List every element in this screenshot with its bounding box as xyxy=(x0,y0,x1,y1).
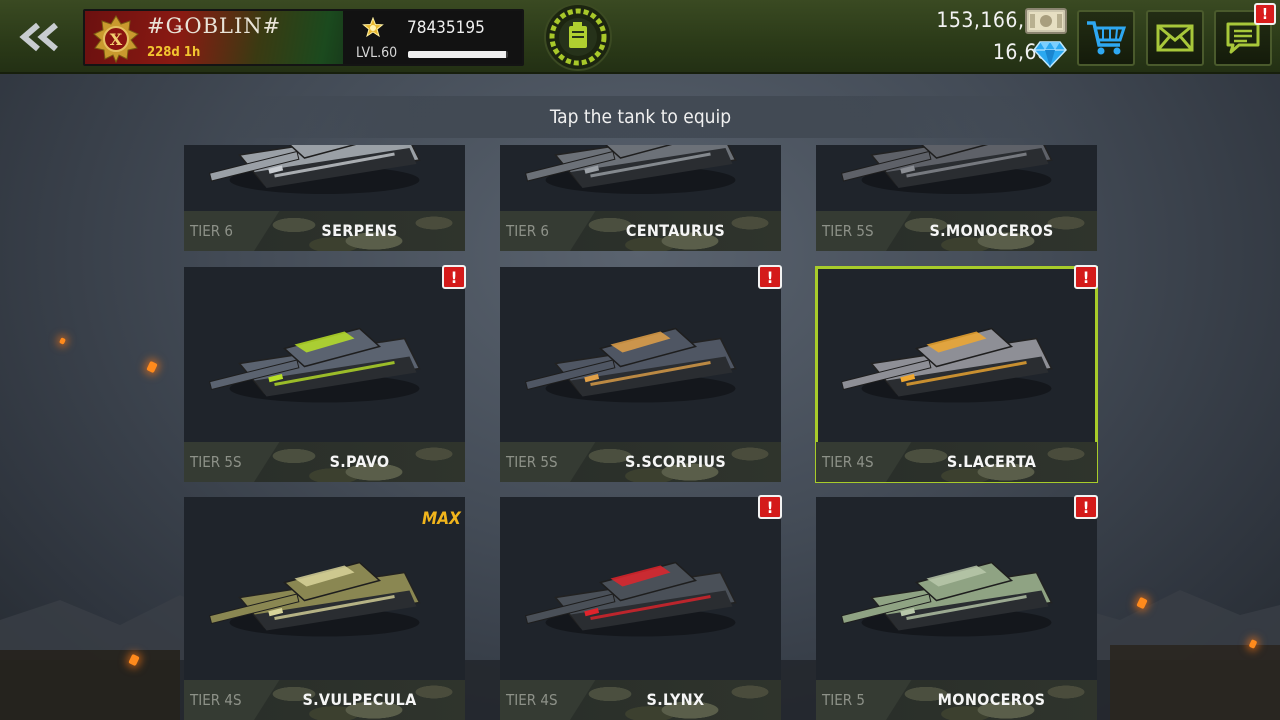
tank-tier: TIER 5S xyxy=(506,453,558,471)
xp-value: 78435195 xyxy=(407,18,485,38)
tank-art xyxy=(816,145,1097,211)
tank-tier: TIER 6 xyxy=(506,222,549,240)
tank-name: CENTAURUS xyxy=(625,221,726,240)
tank-art xyxy=(184,267,465,442)
fuel-button[interactable] xyxy=(543,2,613,72)
cash-icon xyxy=(1025,8,1067,34)
tank-image xyxy=(524,561,737,637)
tank-tier: TIER 4S xyxy=(506,691,558,709)
tank-card-slynx[interactable]: TIER 4S S.LYNX xyxy=(500,497,781,720)
upgrade-alert-badge: ! xyxy=(758,265,782,289)
chat-icon xyxy=(1226,22,1260,54)
tank-name: S.VULPECULA xyxy=(302,690,417,709)
rank-letter: X xyxy=(110,30,123,49)
player-name: #ǤOBLIN# xyxy=(147,14,282,38)
tank-name: S.LYNX xyxy=(646,690,705,709)
ember xyxy=(128,653,140,667)
player-profile[interactable]: X #ǤOBLIN# 228d 1h 78435195 LVL.60 xyxy=(83,9,524,66)
tank-card-footer: TIER 6 CENTAURUS xyxy=(500,211,781,251)
tank-image xyxy=(840,327,1053,403)
tank-card-footer: TIER 4S S.LACERTA xyxy=(816,442,1097,482)
tank-tier: TIER 6 xyxy=(190,222,233,240)
double-chevron-left-icon xyxy=(19,22,58,52)
back-button[interactable] xyxy=(14,20,64,54)
tank-card-slacerta[interactable]: TIER 4S S.LACERTA xyxy=(815,266,1098,483)
mail-button[interactable] xyxy=(1146,10,1204,66)
tank-name: S.LACERTA xyxy=(946,452,1037,471)
upgrade-alert-badge: ! xyxy=(442,265,466,289)
shopping-cart-icon xyxy=(1087,21,1127,55)
top-bar: X #ǤOBLIN# 228d 1h 78435195 LVL.60 153,1… xyxy=(0,0,1280,74)
chat-alert-badge: ! xyxy=(1254,3,1276,25)
tank-card-footer: TIER 5S S.MONOCEROS xyxy=(816,211,1097,251)
max-level-badge: MAX xyxy=(422,509,461,529)
tank-art xyxy=(500,145,781,211)
tank-art xyxy=(500,267,781,442)
tank-card-footer: TIER 6 SERPENS xyxy=(184,211,465,251)
shop-button[interactable] xyxy=(1077,10,1135,66)
tank-card-smonoceros[interactable]: TIER 5S S.MONOCEROS xyxy=(816,145,1097,251)
tank-name: S.PAVO xyxy=(329,452,390,471)
tank-art xyxy=(184,145,465,211)
tank-card-monoceros[interactable]: TIER 5 MONOCEROS xyxy=(816,497,1097,720)
upgrade-alert-badge: ! xyxy=(1074,495,1098,519)
envelope-icon xyxy=(1156,24,1194,52)
fuel-can-icon xyxy=(544,3,612,71)
tank-card-sscorpius[interactable]: TIER 5S S.SCORPIUS xyxy=(500,267,781,482)
rank-badge-icon: X xyxy=(91,15,141,63)
tank-art xyxy=(816,497,1097,680)
tank-tier: TIER 4S xyxy=(822,453,874,471)
tank-card-footer: TIER 5S S.SCORPIUS xyxy=(500,442,781,482)
tank-tier: TIER 5 xyxy=(822,691,865,709)
tank-card-footer: TIER 4S S.LYNX xyxy=(500,680,781,720)
ember xyxy=(146,360,158,374)
tank-image xyxy=(840,561,1053,637)
tank-art xyxy=(500,497,781,680)
xp-star-icon xyxy=(362,17,384,38)
tank-card-footer: TIER 5 MONOCEROS xyxy=(816,680,1097,720)
level-progress-bar xyxy=(408,51,508,58)
ember xyxy=(1136,596,1148,610)
ember xyxy=(1248,639,1258,649)
upgrade-alert-badge: ! xyxy=(1074,265,1098,289)
tank-card-spavo[interactable]: TIER 5S S.PAVO xyxy=(184,267,465,482)
tank-card-footer: TIER 4S S.VULPECULA xyxy=(184,680,465,720)
tank-name: MONOCEROS xyxy=(937,690,1046,709)
tank-tier: TIER 4S xyxy=(190,691,242,709)
tank-card-footer: TIER 5S S.PAVO xyxy=(184,442,465,482)
tank-tier: TIER 5S xyxy=(822,222,874,240)
tank-name: S.MONOCEROS xyxy=(929,221,1054,240)
page-title: Tap the tank to equip xyxy=(549,106,732,128)
play-time: 228d 1h xyxy=(147,45,201,60)
tank-image xyxy=(524,327,737,403)
diamond-icon xyxy=(1033,41,1067,68)
level-progress-fill xyxy=(408,51,506,58)
tank-name: SERPENS xyxy=(321,221,398,240)
ember xyxy=(58,337,67,345)
level-label: LVL.60 xyxy=(356,45,398,61)
instruction-banner: Tap the tank to equip xyxy=(185,96,1096,138)
tank-card-serpens[interactable]: TIER 6 SERPENS xyxy=(184,145,465,251)
tank-art xyxy=(816,267,1097,442)
upgrade-alert-badge: ! xyxy=(758,495,782,519)
tank-card-svulpecula[interactable]: TIER 4S S.VULPECULA xyxy=(184,497,465,720)
tank-tier: TIER 5S xyxy=(190,453,242,471)
tank-card-centaurus[interactable]: TIER 6 CENTAURUS xyxy=(500,145,781,251)
tank-name: S.SCORPIUS xyxy=(624,452,727,471)
tank-image xyxy=(208,327,421,403)
